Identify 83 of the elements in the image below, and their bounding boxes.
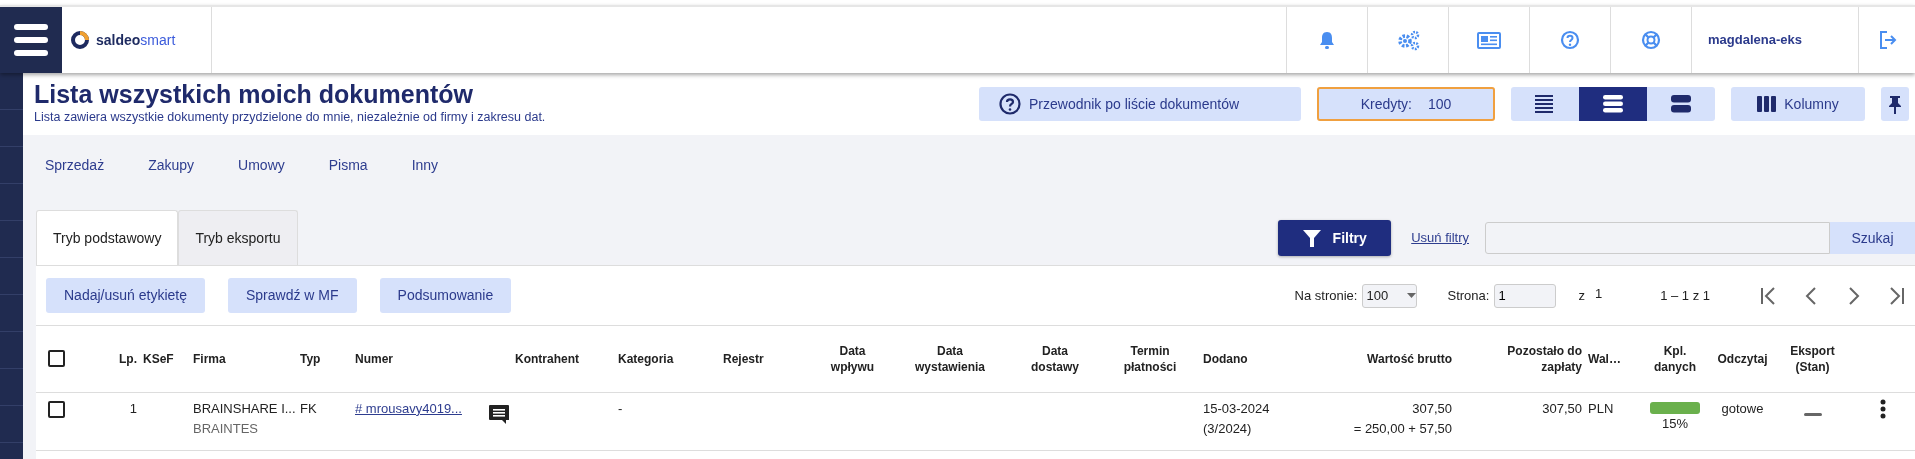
- clear-filters-link[interactable]: Usuń filtry: [1411, 228, 1469, 248]
- rows-icon: [1603, 95, 1623, 113]
- page-field[interactable]: 1: [1494, 283, 1557, 308]
- action-button[interactable]: Sprawdź w MF: [227, 278, 357, 313]
- category-link[interactable]: Inny: [411, 154, 439, 176]
- caret-icon: [1407, 293, 1417, 298]
- tab[interactable]: Tryb podstawowy: [36, 210, 179, 265]
- column-header: Data wpływu: [830, 342, 875, 375]
- per-page-label: Na stronie:: [1294, 286, 1358, 305]
- select-all-checkbox[interactable]: [48, 350, 65, 368]
- column-header: Rejestr: [723, 350, 764, 367]
- column-header: Odczytaj: [1717, 350, 1768, 367]
- category-link[interactable]: Umowy: [238, 154, 285, 176]
- table-cell: PLN: [1588, 400, 1614, 416]
- columns-button[interactable]: Kolumny: [1731, 87, 1865, 121]
- category-link[interactable]: Pisma: [328, 154, 368, 176]
- column-header: Data wystawienia: [915, 342, 985, 375]
- logo-icon: [70, 30, 90, 50]
- pin-icon: [1887, 94, 1903, 114]
- action-button[interactable]: Nadaj/usuń etykietę: [46, 278, 205, 313]
- of-label: z: [1578, 286, 1585, 305]
- column-header: Kategoria: [618, 350, 674, 367]
- column-header: Data dostawy: [1031, 342, 1079, 375]
- lifebuoy-icon: [1641, 30, 1661, 50]
- completeness-percent: 15%: [1661, 414, 1689, 433]
- table-cell-text: BRAINTES: [193, 419, 259, 438]
- more-options-icon[interactable]: [1879, 399, 1886, 420]
- guide-button[interactable]: Przewodnik po liście dokumentów: [979, 87, 1301, 121]
- table-cell-text: 307,50: [1411, 399, 1452, 418]
- column-header: Pozostało do zapłaty: [1507, 342, 1582, 375]
- table-cell: FK: [300, 400, 317, 416]
- table-cell: gotowe: [1721, 400, 1764, 416]
- menu-icon: [14, 24, 48, 56]
- action-button[interactable]: Podsumowanie: [379, 278, 512, 313]
- tab[interactable]: Tryb eksportu: [178, 210, 298, 265]
- filter-button[interactable]: Filtry: [1278, 220, 1392, 256]
- search-button[interactable]: Szukaj: [1830, 222, 1915, 254]
- comment-icon[interactable]: [489, 404, 509, 424]
- logout-icon: [1877, 30, 1897, 50]
- table-cell-text: BRAINSHARE I...: [193, 399, 294, 418]
- page-label: Strona:: [1447, 286, 1490, 305]
- document-number-link[interactable]: # mrousavy4019...: [355, 398, 462, 419]
- column-header: Wal…: [1588, 350, 1621, 367]
- lines-icon: [1535, 95, 1555, 113]
- filter-icon: [1302, 229, 1321, 247]
- table-cell: 307,50: [1542, 400, 1582, 416]
- column-header: Firma: [193, 350, 226, 367]
- view-mode-button[interactable]: [1579, 87, 1647, 121]
- column-header: Wartość brutto: [1367, 350, 1452, 367]
- column-header: Kpl. danych: [1654, 342, 1696, 375]
- pin-button[interactable]: [1881, 87, 1909, 121]
- columns-icon: [1757, 96, 1777, 112]
- per-page-select[interactable]: 100: [1362, 283, 1418, 308]
- column-header: Dodano: [1203, 350, 1248, 367]
- help-icon: [999, 93, 1021, 115]
- column-header: KSeF: [143, 350, 174, 367]
- menu-button[interactable]: [0, 7, 62, 73]
- bell-icon: [1318, 30, 1336, 50]
- column-header: Kontrahent: [515, 350, 579, 367]
- total-pages: 1: [1594, 284, 1603, 303]
- category-link[interactable]: Zakupy: [148, 154, 195, 176]
- bars-icon: [1671, 95, 1691, 113]
- column-header: Lp.: [119, 350, 137, 367]
- page-subtitle: Lista zawiera wszystkie dokumenty przydzielone do mnie, niezależnie od firmy i zakresu dat.: [34, 109, 547, 127]
- table-cell: -: [618, 400, 623, 416]
- table-cell-text: (3/2024): [1203, 419, 1253, 438]
- table-cell-text: = 250,00 + 57,50: [1352, 419, 1452, 438]
- credits-counter: Kredyty: 100: [1317, 87, 1495, 121]
- gears-icon: [1396, 29, 1420, 51]
- column-header: Typ: [300, 350, 321, 367]
- newspaper-icon: [1477, 30, 1501, 50]
- row-checkbox[interactable]: [48, 400, 65, 418]
- help-icon: [1560, 30, 1580, 50]
- page-range: 1 – 1 z 1: [1660, 286, 1710, 305]
- logo-text: saldeosmart: [96, 30, 176, 50]
- table-cell: 1: [129, 400, 137, 416]
- page-title: Lista wszystkich moich dokumentów: [34, 80, 474, 109]
- category-link[interactable]: Sprzedaż: [45, 154, 105, 176]
- column-header: Termin płatności: [1123, 342, 1177, 375]
- table-cell-text: 15-03-2024: [1203, 399, 1271, 418]
- column-header: Eksport (Stan): [1790, 342, 1835, 375]
- column-header: Numer: [355, 350, 393, 367]
- search-field[interactable]: [1485, 222, 1830, 254]
